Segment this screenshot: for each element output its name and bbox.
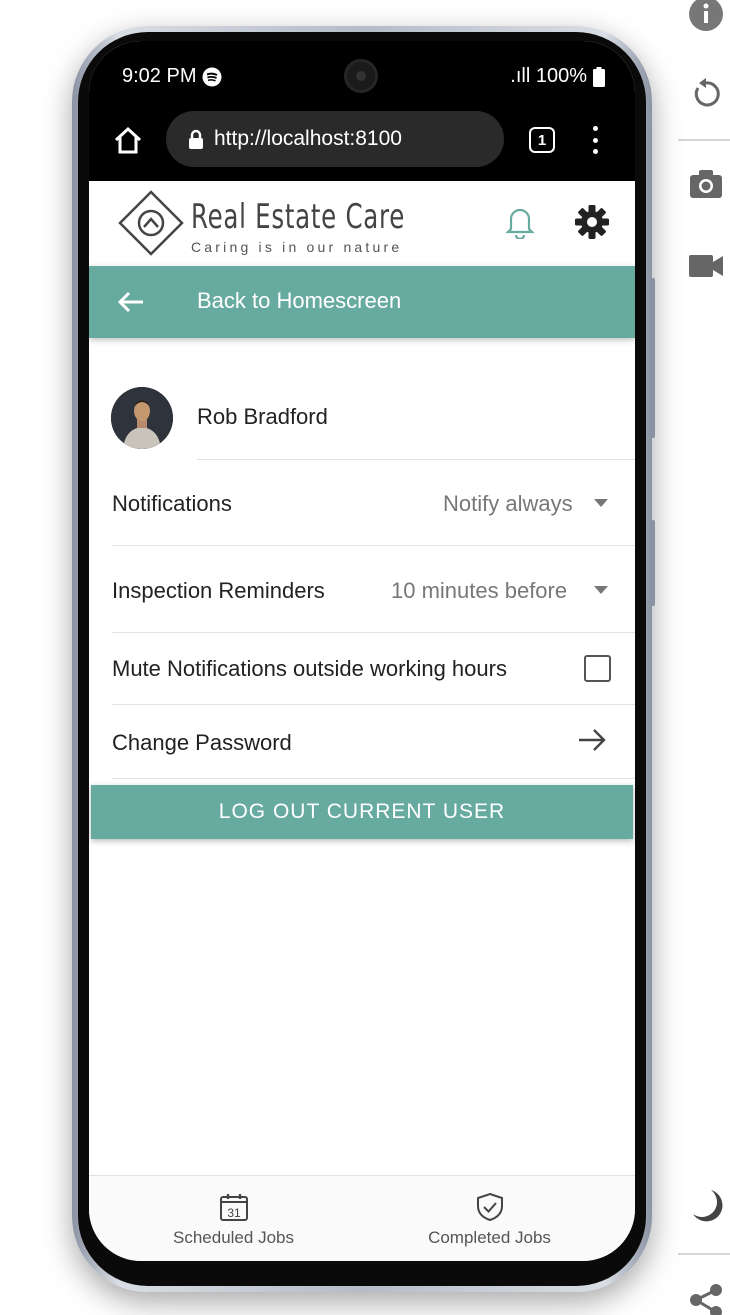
back-label[interactable]: Back to Homescreen bbox=[197, 288, 401, 314]
tab-completed-jobs[interactable]: Completed Jobs bbox=[353, 1176, 626, 1261]
time-text: 9:02 PM bbox=[122, 65, 197, 87]
bell-icon[interactable] bbox=[505, 205, 535, 241]
reminders-label: Inspection Reminders bbox=[112, 578, 325, 603]
mute-checkbox[interactable] bbox=[584, 655, 611, 682]
divider bbox=[112, 545, 635, 546]
toolbar-divider bbox=[678, 1253, 730, 1255]
lock-icon bbox=[189, 129, 203, 149]
logout-button[interactable]: LOG OUT CURRENT USER bbox=[91, 785, 633, 839]
divider bbox=[112, 778, 635, 779]
logo-title: Real Estate Care bbox=[191, 197, 406, 237]
tab-scheduled-jobs-label: Scheduled Jobs bbox=[173, 1228, 294, 1247]
divider bbox=[197, 459, 635, 460]
status-time: 9:02 PM bbox=[122, 65, 222, 88]
divider bbox=[112, 632, 635, 633]
rotate-icon[interactable] bbox=[686, 74, 726, 114]
url-bar[interactable]: http://localhost:8100 bbox=[166, 111, 504, 167]
app-header: Real Estate Care Caring is in our nature bbox=[89, 181, 635, 266]
forward-arrow-icon[interactable] bbox=[577, 727, 607, 753]
change-password-label[interactable]: Change Password bbox=[112, 730, 292, 756]
back-to-home-bar[interactable]: Back to Homescreen bbox=[89, 266, 635, 338]
tab-switcher-button[interactable]: 1 bbox=[529, 127, 555, 153]
avatar bbox=[111, 387, 173, 449]
battery-icon bbox=[593, 66, 605, 87]
volume-button bbox=[650, 278, 655, 438]
app-logo: Real Estate Care Caring is in our nature bbox=[117, 187, 447, 257]
url-text: http://localhost:8100 bbox=[214, 127, 402, 150]
tab-completed-jobs-label: Completed Jobs bbox=[428, 1228, 551, 1247]
tab-scheduled-jobs[interactable]: 31 Scheduled Jobs bbox=[97, 1176, 370, 1261]
notifications-label: Notifications bbox=[112, 491, 232, 516]
user-name: Rob Bradford bbox=[197, 404, 328, 429]
phone-screen: 9:02 PM .ıll 100% http://localhost:8100 … bbox=[89, 41, 635, 1261]
front-camera bbox=[344, 59, 378, 93]
shield-check-icon bbox=[475, 1192, 505, 1222]
camera-icon[interactable] bbox=[686, 164, 726, 204]
info-icon[interactable] bbox=[686, 0, 726, 34]
browser-menu-button[interactable] bbox=[585, 123, 605, 157]
calendar-icon: 31 bbox=[219, 1192, 249, 1222]
home-icon[interactable] bbox=[113, 125, 143, 155]
status-right: .ıll 100% bbox=[510, 65, 605, 88]
divider bbox=[112, 704, 635, 705]
back-arrow-icon[interactable] bbox=[117, 290, 145, 314]
chevron-down-icon[interactable] bbox=[594, 499, 608, 507]
gear-icon[interactable] bbox=[575, 205, 609, 239]
spotify-icon bbox=[202, 67, 222, 86]
chevron-down-icon[interactable] bbox=[594, 586, 608, 594]
mute-label: Mute Notifications outside working hours bbox=[112, 656, 507, 681]
signal-battery-text: .ıll 100% bbox=[510, 65, 587, 87]
emulator-stage: 9:02 PM .ıll 100% http://localhost:8100 … bbox=[0, 0, 730, 1315]
status-bar: 9:02 PM .ıll 100% http://localhost:8100 … bbox=[89, 41, 635, 181]
toolbar-divider bbox=[678, 139, 730, 141]
video-icon[interactable] bbox=[686, 246, 726, 286]
calendar-day: 31 bbox=[227, 1206, 241, 1220]
logo-subtitle: Caring is in our nature bbox=[191, 239, 403, 255]
share-icon[interactable] bbox=[686, 1280, 726, 1315]
reminders-select[interactable]: 10 minutes before bbox=[391, 578, 567, 604]
moon-icon[interactable] bbox=[686, 1186, 726, 1226]
power-button bbox=[650, 520, 655, 606]
notifications-select[interactable]: Notify always bbox=[443, 491, 573, 517]
logo-diamond-icon bbox=[118, 190, 184, 256]
bottom-tab-bar: 31 Scheduled Jobs Completed Jobs bbox=[89, 1175, 635, 1261]
